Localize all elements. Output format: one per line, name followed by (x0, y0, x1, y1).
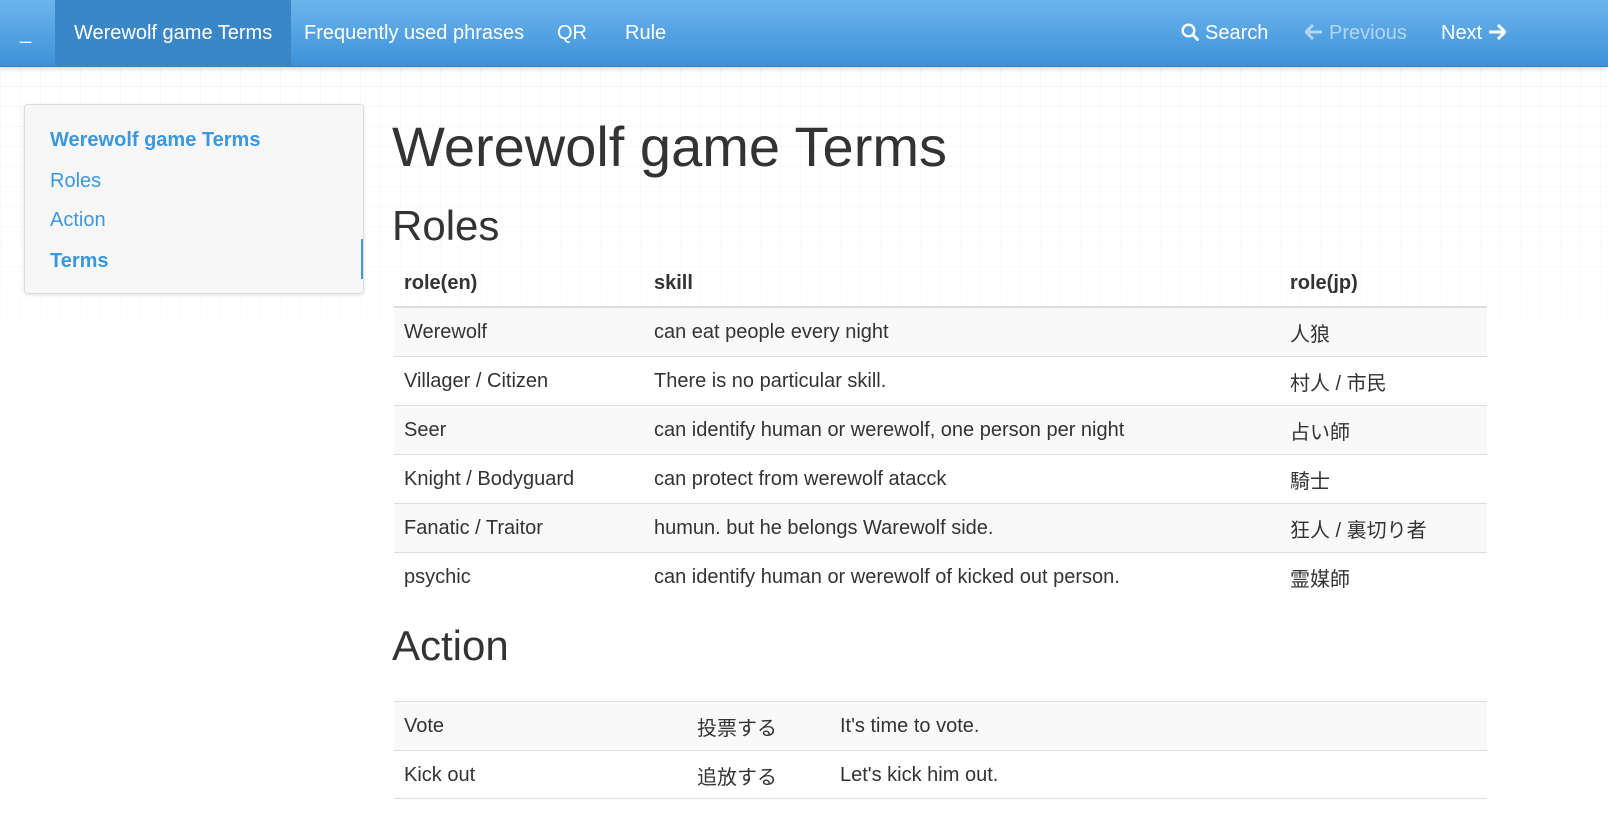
search-icon (1181, 23, 1199, 41)
arrow-right-icon (1489, 23, 1507, 40)
role-jp-cell: 村人 / 市民 (1280, 356, 1487, 406)
action-table: Vote 投票する It's time to vote. Kick out 追放… (394, 701, 1487, 799)
action-en-cell: Vote (394, 701, 687, 751)
skill-cell: humun. but he belongs Warewolf side. (644, 503, 1280, 553)
column-header-skill: skill (644, 260, 1280, 308)
previous-label: Previous (1329, 22, 1407, 44)
roles-table: role(en) skill role(jp) Werewolf can eat… (394, 260, 1487, 601)
table-row: Fanatic / Traitor humun. but he belongs … (394, 503, 1487, 553)
previous-button[interactable]: Previous (1286, 0, 1426, 66)
next-button[interactable]: Next (1422, 0, 1525, 66)
role-jp-cell: 霊媒師 (1280, 552, 1487, 601)
nav-tab-werewolf-game-terms[interactable]: Werewolf game Terms (55, 0, 292, 66)
nav-tab-label: Werewolf game Terms (74, 22, 273, 44)
top-navbar: _ Werewolf game Terms Frequently used ph… (0, 0, 1608, 67)
column-header-role-jp: role(jp) (1280, 260, 1487, 308)
nav-tab-rule[interactable]: Rule (606, 0, 685, 66)
skill-cell: can identify human or werewolf, one pers… (644, 405, 1280, 455)
role-en-cell: Villager / Citizen (394, 356, 644, 406)
role-en-cell: psychic (394, 552, 644, 601)
table-of-contents-sidebar: Werewolf game Terms Roles Action Terms (24, 104, 364, 294)
sidebar-active-indicator (361, 239, 363, 279)
page-title: Werewolf game Terms (392, 115, 947, 178)
column-header-role-en: role(en) (394, 260, 644, 308)
action-jp-cell: 投票する (687, 701, 830, 751)
action-jp-cell: 追放する (687, 750, 830, 799)
table-row: Seer can identify human or werewolf, one… (394, 405, 1487, 455)
sidebar-item-terms[interactable]: Terms (50, 250, 109, 273)
sidebar-item-roles[interactable]: Roles (50, 170, 101, 193)
nav-tab-label: Rule (625, 22, 667, 44)
nav-tab-frequently-used-phrases[interactable]: Frequently used phrases (285, 0, 543, 66)
table-header-row: role(en) skill role(jp) (394, 260, 1487, 308)
role-jp-cell: 人狼 (1280, 306, 1487, 357)
role-en-cell: Seer (394, 405, 644, 455)
next-label: Next (1441, 22, 1483, 44)
navbar-toggle-label: _ (20, 22, 32, 44)
table-row: Knight / Bodyguard can protect from were… (394, 454, 1487, 504)
roles-heading: Roles (392, 202, 500, 249)
action-example-cell: Let's kick him out. (830, 750, 1487, 799)
search-label: Search (1205, 22, 1269, 44)
table-row: Villager / Citizen There is no particula… (394, 356, 1487, 406)
role-jp-cell: 狂人 / 裏切り者 (1280, 503, 1487, 553)
skill-cell: can identify human or werewolf of kicked… (644, 552, 1280, 601)
sidebar-item-action[interactable]: Action (50, 209, 106, 232)
action-heading: Action (392, 622, 509, 669)
skill-cell: There is no particular skill. (644, 356, 1280, 406)
role-en-cell: Knight / Bodyguard (394, 454, 644, 504)
table-row-divider (394, 798, 1487, 799)
nav-tab-qr[interactable]: QR (538, 0, 606, 66)
role-en-cell: Fanatic / Traitor (394, 503, 644, 553)
search-button[interactable]: Search (1162, 0, 1287, 66)
sidebar-item-werewolf-game-terms[interactable]: Werewolf game Terms (50, 129, 260, 152)
role-jp-cell: 占い師 (1280, 405, 1487, 455)
skill-cell: can protect from werewolf atacck (644, 454, 1280, 504)
table-row: Werewolf can eat people every night 人狼 (394, 306, 1487, 357)
role-en-cell: Werewolf (394, 306, 644, 357)
nav-tab-label: QR (557, 22, 587, 44)
navbar-toggle-button[interactable]: _ (0, 0, 51, 66)
table-row: Vote 投票する It's time to vote. (394, 701, 1487, 751)
nav-tab-label: Frequently used phrases (304, 22, 525, 44)
skill-cell: can eat people every night (644, 306, 1280, 357)
action-example-cell: It's time to vote. (830, 701, 1487, 751)
arrow-left-icon (1304, 23, 1322, 40)
table-row: Kick out 追放する Let's kick him out. (394, 750, 1487, 799)
role-jp-cell: 騎士 (1280, 454, 1487, 504)
action-en-cell: Kick out (394, 750, 687, 799)
table-row: psychic can identify human or werewolf o… (394, 552, 1487, 601)
